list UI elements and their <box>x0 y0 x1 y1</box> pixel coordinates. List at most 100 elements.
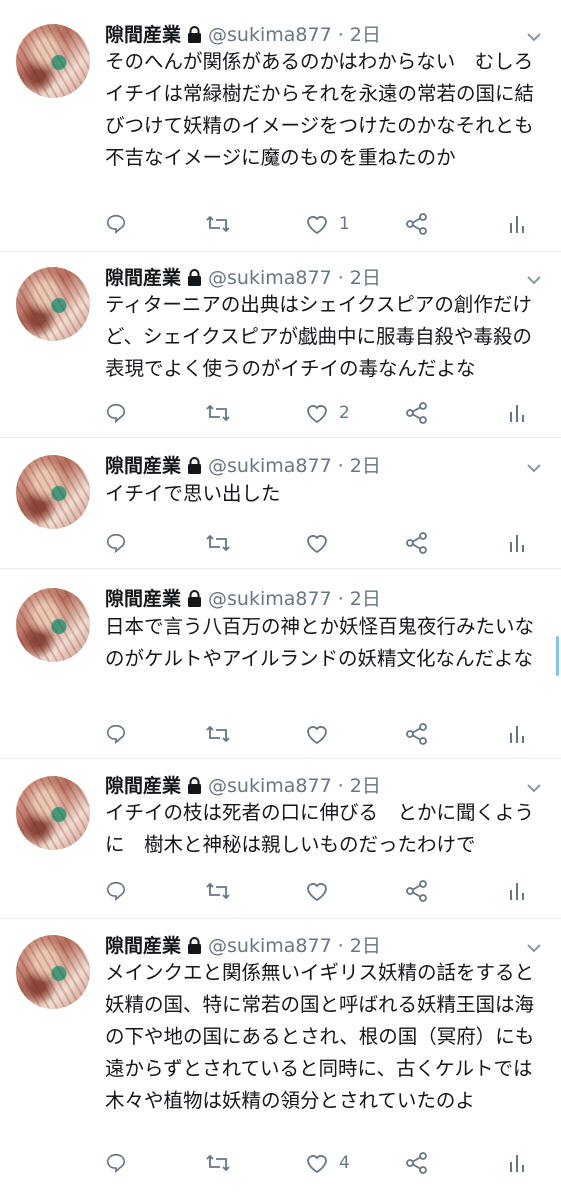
analytics-button[interactable] <box>508 876 526 906</box>
tweet[interactable]: 隙間産業 @sukima877 · 2日 イチイの枝は死者の口に伸びる とかに聞く… <box>0 759 561 919</box>
reply-button[interactable] <box>105 1148 127 1178</box>
retweet-button[interactable] <box>205 398 231 428</box>
retweet-button[interactable] <box>205 528 231 558</box>
share-icon <box>406 1152 427 1174</box>
handle[interactable]: @sukima877 <box>208 775 332 797</box>
retweet-icon <box>206 725 230 743</box>
tweet[interactable]: 隙間産業 @sukima877 · 2日 ティターニアの出典はシェイクスピアの創作… <box>0 252 561 438</box>
like-count: 2 <box>339 403 350 423</box>
chevron-down-icon[interactable] <box>523 777 545 799</box>
analytics-button[interactable] <box>508 1148 526 1178</box>
separator: · <box>337 588 344 610</box>
share-button[interactable] <box>405 398 429 428</box>
heart-icon <box>307 535 327 554</box>
avatar[interactable] <box>16 588 90 662</box>
tweet[interactable]: 隙間産業 @sukima877 · 2日 イチイで思い出した <box>0 438 561 569</box>
tweet-actions: 2 <box>105 398 545 428</box>
retweet-button[interactable] <box>205 209 231 239</box>
reply-button[interactable] <box>105 876 127 906</box>
reply-icon <box>106 724 126 745</box>
handle[interactable]: @sukima877 <box>208 935 332 957</box>
share-button[interactable] <box>405 719 429 749</box>
like-count: 1 <box>339 214 350 234</box>
reply-button[interactable] <box>105 398 127 428</box>
retweet-button[interactable] <box>205 1148 231 1178</box>
like-button[interactable]: 1 <box>305 209 350 239</box>
heart-icon <box>307 216 327 235</box>
display-name[interactable]: 隙間産業 <box>105 935 181 957</box>
display-name[interactable]: 隙間産業 <box>105 24 181 46</box>
reply-icon <box>106 1153 126 1174</box>
reply-button[interactable] <box>105 528 127 558</box>
avatar[interactable] <box>16 776 90 850</box>
analytics-icon <box>510 883 524 900</box>
retweet-button[interactable] <box>205 876 231 906</box>
analytics-icon <box>510 405 524 422</box>
retweet-button[interactable] <box>205 719 231 749</box>
timestamp[interactable]: 2日 <box>350 935 381 957</box>
analytics-button[interactable] <box>508 209 526 239</box>
chevron-down-icon[interactable] <box>523 26 545 48</box>
avatar[interactable] <box>16 24 90 98</box>
analytics-icon <box>510 726 524 743</box>
handle[interactable]: @sukima877 <box>208 267 332 289</box>
reply-icon <box>106 533 126 554</box>
share-icon <box>406 723 427 745</box>
avatar[interactable] <box>16 935 90 1009</box>
avatar[interactable] <box>16 455 90 529</box>
tweet-text: 日本で言う八百万の神とか妖怪百鬼夜行みたいなのがケルトやアイルランドの妖精文化な… <box>105 615 535 670</box>
handle[interactable]: @sukima877 <box>208 588 332 610</box>
tweet-actions: 4 <box>105 1148 545 1178</box>
analytics-button[interactable] <box>508 528 526 558</box>
share-icon <box>406 532 427 554</box>
tweet-actions <box>105 719 545 749</box>
timestamp[interactable]: 2日 <box>350 267 381 289</box>
separator: · <box>337 455 344 477</box>
analytics-button[interactable] <box>508 398 526 428</box>
tweet-header: 隙間産業 @sukima877 · 2日 <box>105 451 381 481</box>
display-name[interactable]: 隙間産業 <box>105 267 181 289</box>
like-button[interactable]: 2 <box>305 398 350 428</box>
tweet-text: そのへんが関係があるのかはわからない むしろイチイは常緑樹だからそれを永遠の常若… <box>105 50 535 169</box>
tweet-text: メインクエと関係無いイギリス妖精の話をすると妖精の国、特に常若の国と呼ばれる妖精… <box>105 961 535 1112</box>
share-button[interactable] <box>405 528 429 558</box>
chevron-down-icon[interactable] <box>523 269 545 291</box>
reply-icon <box>106 881 126 902</box>
display-name[interactable]: 隙間産業 <box>105 775 181 797</box>
analytics-button[interactable] <box>508 719 526 749</box>
tweet[interactable]: 隙間産業 @sukima877 · 2日 日本で言う八百万の神とか妖怪百鬼夜行みた… <box>0 569 561 759</box>
like-button[interactable] <box>305 719 339 749</box>
chevron-down-icon[interactable] <box>523 457 545 479</box>
like-button[interactable]: 4 <box>305 1148 350 1178</box>
separator: · <box>337 24 344 46</box>
separator: · <box>337 935 344 957</box>
handle[interactable]: @sukima877 <box>208 455 332 477</box>
analytics-icon <box>510 535 524 552</box>
retweet-icon <box>206 1154 230 1172</box>
tweet-text: ティターニアの出典はシェイクスピアの創作だけど、シェイクスピアが戯曲中に服毒自殺… <box>105 293 533 380</box>
like-button[interactable] <box>305 528 339 558</box>
tweet[interactable]: 隙間産業 @sukima877 · 2日 メインクエと関係無いイギリス妖精の話をす… <box>0 919 561 1200</box>
tweet[interactable]: 隙間産業 @sukima877 · 2日 そのへんが関係があるのかはわからない む… <box>0 0 561 252</box>
display-name[interactable]: 隙間産業 <box>105 455 181 477</box>
share-button[interactable] <box>405 209 429 239</box>
timestamp[interactable]: 2日 <box>350 24 381 46</box>
reply-button[interactable] <box>105 719 127 749</box>
tweet-actions: 1 <box>105 209 545 239</box>
heart-icon <box>307 405 327 424</box>
tweet-text: イチイの枝は死者の口に伸びる とかに聞くように 樹木と神秘は親しいものだったわけ… <box>105 801 535 856</box>
scrollbar[interactable] <box>556 636 559 676</box>
display-name[interactable]: 隙間産業 <box>105 588 181 610</box>
chevron-down-icon[interactable] <box>523 937 545 959</box>
reply-icon <box>106 403 126 424</box>
avatar[interactable] <box>16 267 90 341</box>
handle[interactable]: @sukima877 <box>208 24 332 46</box>
timestamp[interactable]: 2日 <box>350 588 381 610</box>
timestamp[interactable]: 2日 <box>350 775 381 797</box>
share-button[interactable] <box>405 876 429 906</box>
like-button[interactable] <box>305 876 339 906</box>
retweet-icon <box>206 404 230 422</box>
timestamp[interactable]: 2日 <box>350 455 381 477</box>
reply-button[interactable] <box>105 209 127 239</box>
share-button[interactable] <box>405 1148 429 1178</box>
